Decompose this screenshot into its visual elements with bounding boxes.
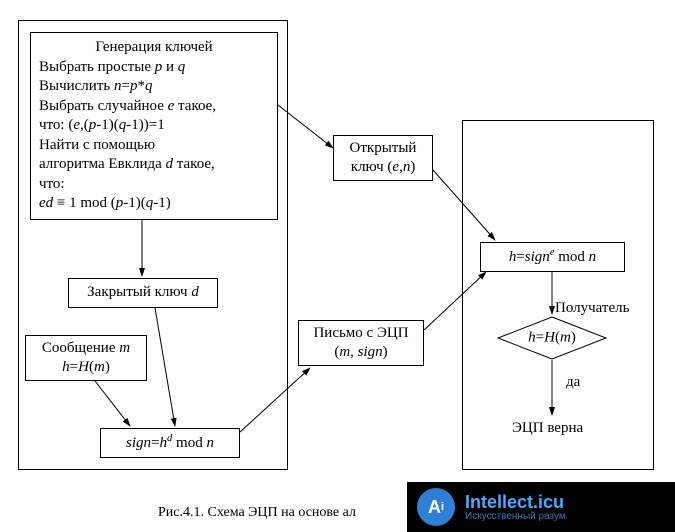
verify-box: h=signe mod n xyxy=(480,242,625,272)
verify-text: h=signe mod n xyxy=(509,246,596,268)
result-label: ЭЦП верна xyxy=(512,420,583,437)
sign-box: sign=hd mod n xyxy=(100,428,240,458)
keygen-line5: Найти с помощью xyxy=(39,136,155,156)
message-line1: Сообщение m xyxy=(42,339,130,359)
watermark-sub: Искусственный разум xyxy=(465,511,566,522)
recipient-label: Получатель xyxy=(555,300,629,317)
letter-line2: (m, sign) xyxy=(334,343,387,363)
letter-box: Письмо с ЭЦП (m, sign) xyxy=(298,320,424,366)
keygen-line1: Выбрать простые p и q xyxy=(39,58,185,78)
letter-line1: Письмо с ЭЦП xyxy=(313,324,408,344)
keygen-title: Генерация ключей xyxy=(39,38,269,58)
keygen-line6: алгоритма Евклида d такое, xyxy=(39,155,215,175)
private-key-text: Закрытый ключ d xyxy=(87,283,199,303)
sign-text: sign=hd mod n xyxy=(126,432,214,454)
yes-label: да xyxy=(566,374,580,391)
keygen-line3: Выбрать случайное e такое, xyxy=(39,97,216,117)
figure-caption: Рис.4.1. Схема ЭЦП на основе ал xyxy=(158,505,356,521)
watermark-icon: Ai xyxy=(417,488,455,526)
keygen-line2: Вычислить n=p*q xyxy=(39,77,152,97)
keygen-line7: что: xyxy=(39,175,65,195)
watermark-main: Intellect.icu xyxy=(465,493,566,511)
recipient-frame xyxy=(462,120,654,470)
private-key-box: Закрытый ключ d xyxy=(68,278,218,308)
message-box: Сообщение m h=H(m) xyxy=(25,335,147,381)
keygen-box: Генерация ключей Выбрать простые p и q В… xyxy=(30,32,278,220)
decision-text: h=H(m) xyxy=(497,330,607,347)
public-key-box: Открытый ключ (e,n) xyxy=(333,135,433,181)
decision-diamond: h=H(m) xyxy=(497,316,607,360)
public-key-line1: Открытый xyxy=(350,139,417,159)
message-line2: h=H(m) xyxy=(62,358,110,378)
keygen-line4: что: (e,(p-1)(q-1))=1 xyxy=(39,116,165,136)
public-key-line2: ключ (e,n) xyxy=(351,158,416,178)
watermark: Ai Intellect.icu Искусственный разум xyxy=(407,482,675,532)
keygen-line8: ed ≡ 1 mod (p-1)(q-1) xyxy=(39,194,171,214)
